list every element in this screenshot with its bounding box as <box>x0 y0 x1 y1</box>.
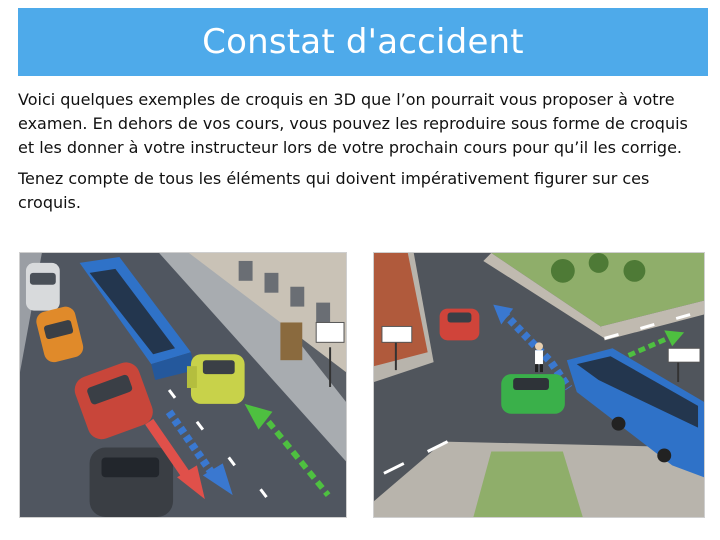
car-icon <box>25 262 60 311</box>
accident-scene-right-illustration <box>374 253 704 517</box>
slide-title: Constat d'accident <box>202 22 524 62</box>
accident-scene-left-illustration <box>20 253 346 517</box>
car-icon <box>89 447 174 517</box>
accident-scene-intersection <box>373 252 705 518</box>
accident-scene-bus-street <box>19 252 347 518</box>
car-icon <box>186 354 245 404</box>
title-bar: Constat d'accident <box>18 8 708 76</box>
car-icon <box>501 374 565 414</box>
car-icon <box>439 308 480 341</box>
intro-paragraph: Voici quelques exemples de croquis en 3D… <box>18 90 688 157</box>
instruction-paragraph: Tenez compte de tous les éléments qui do… <box>18 169 650 212</box>
